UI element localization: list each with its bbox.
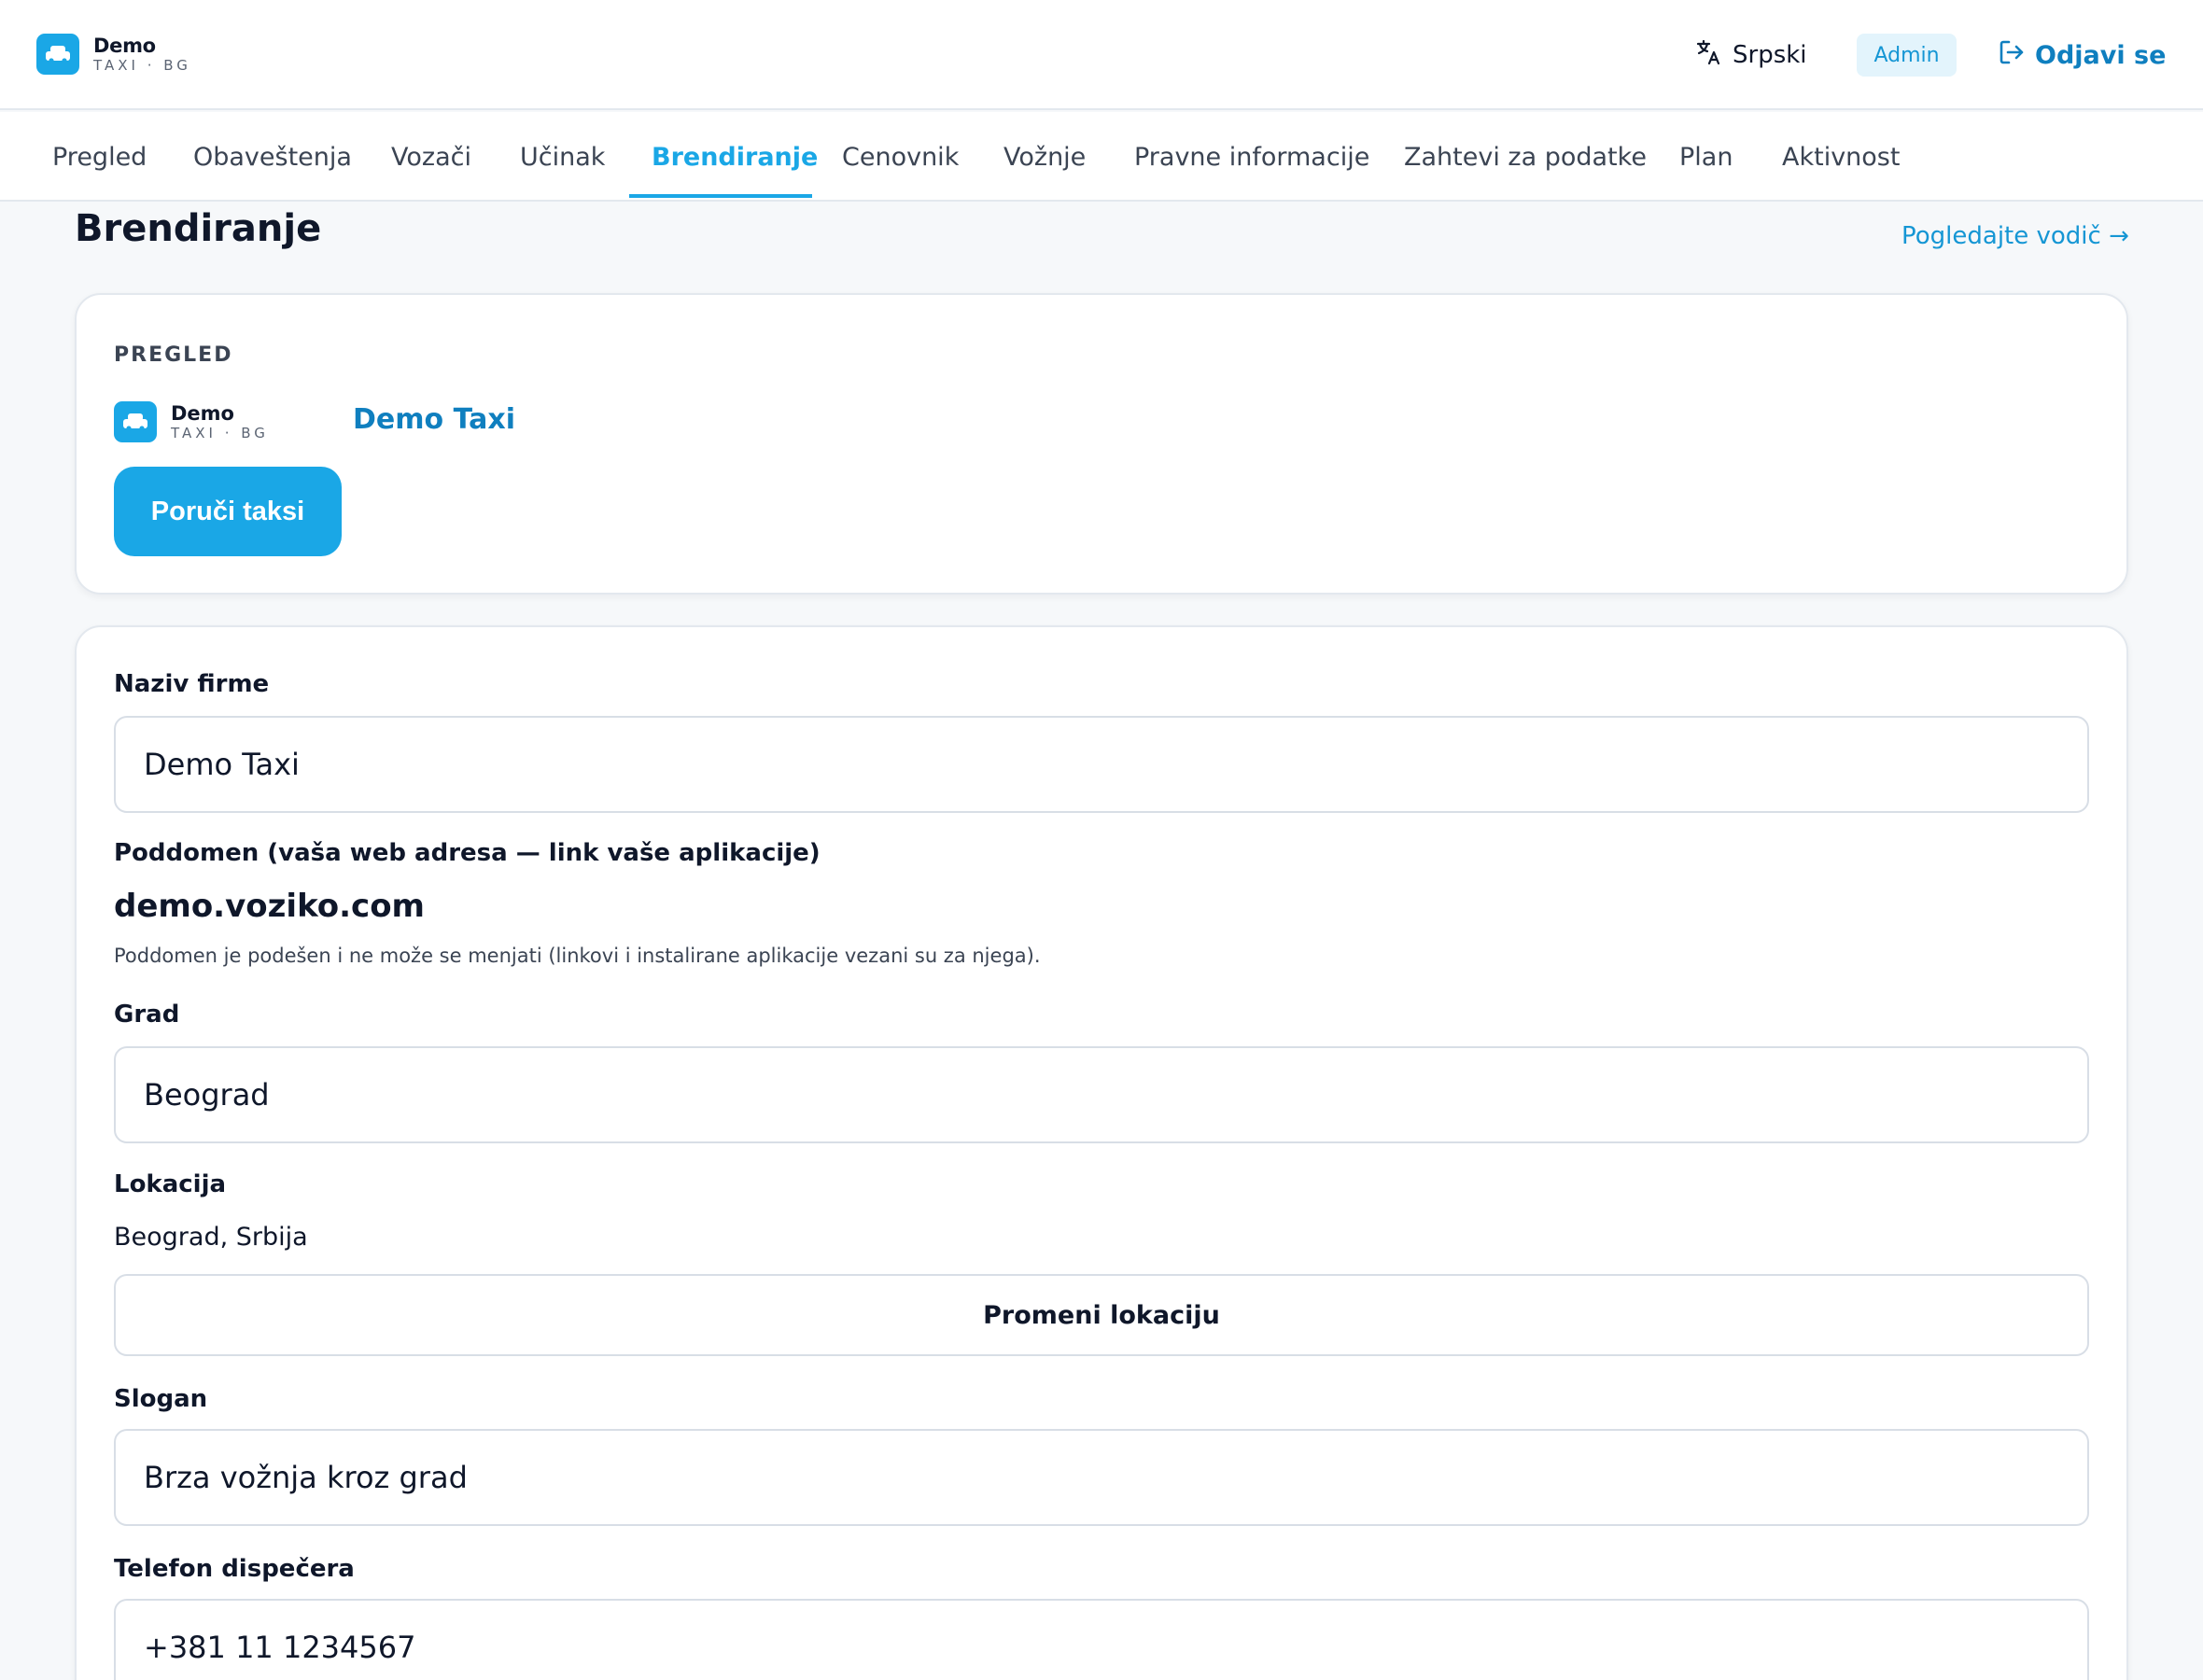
tab-brendiranje[interactable]: Brendiranje	[652, 112, 818, 202]
dispatcher-phone-label: Telefon dispečera	[114, 1555, 355, 1583]
preview-card: PREGLED Demo TAXI · BG Demo Taxi Poruči …	[75, 293, 2128, 595]
main-tabs: Pregled Obaveštenja Vozači Učinak Brendi…	[0, 112, 2203, 202]
language-switcher[interactable]: Srpski	[1695, 37, 1807, 73]
location-value: Beograd, Srbija	[114, 1223, 308, 1252]
order-taxi-button[interactable]: Poruči taksi	[114, 467, 342, 556]
tab-voznje[interactable]: Vožnje	[1003, 112, 1086, 202]
app-header: Demo TAXI · BG Srpski Admin Odjavi se	[0, 0, 2203, 110]
tab-zahtevi-za-podatke[interactable]: Zahtevi za podatke	[1404, 112, 1647, 202]
app-logo[interactable]: Demo TAXI · BG	[36, 34, 191, 75]
tab-pravne-informacije[interactable]: Pravne informacije	[1134, 112, 1369, 202]
tab-vozaci[interactable]: Vozači	[391, 112, 471, 202]
dispatcher-phone-input[interactable]: +381 11 1234567	[114, 1599, 2089, 1680]
logo-subtitle: TAXI · BG	[93, 57, 191, 74]
preview-logo: Demo TAXI · BG	[114, 401, 269, 442]
role-badge: Admin	[1857, 34, 1957, 77]
guide-link[interactable]: Pogledajte vodič →	[1901, 222, 2129, 250]
subdomain-value: demo.voziko.com	[114, 888, 425, 925]
location-label: Lokacija	[114, 1170, 227, 1198]
tab-plan[interactable]: Plan	[1679, 112, 1733, 202]
change-location-button[interactable]: Promeni lokaciju	[114, 1274, 2089, 1356]
preview-logo-subtitle: TAXI · BG	[171, 425, 269, 441]
city-label: Grad	[114, 1001, 180, 1029]
slogan-label: Slogan	[114, 1385, 208, 1413]
slogan-input[interactable]: Brza vožnja kroz grad	[114, 1429, 2089, 1526]
preview-logo-name: Demo	[171, 402, 234, 425]
language-label: Srpski	[1733, 41, 1807, 69]
logout-label: Odjavi se	[2035, 40, 2167, 70]
logo-name: Demo	[93, 35, 156, 57]
city-input[interactable]: Beograd	[114, 1046, 2089, 1143]
tab-obavestenja[interactable]: Obaveštenja	[193, 112, 352, 202]
company-name-label: Naziv firme	[114, 670, 270, 698]
preview-brand-name: Demo Taxi	[353, 403, 516, 436]
logout-button[interactable]: Odjavi se	[1998, 37, 2166, 73]
company-name-input[interactable]: Demo Taxi	[114, 716, 2089, 813]
subdomain-label: Poddomen (vaša web adresa — link vaše ap…	[114, 839, 821, 867]
tab-cenovnik[interactable]: Cenovnik	[842, 112, 959, 202]
subdomain-hint: Poddomen je podešen i ne može se menjati…	[114, 945, 1041, 967]
active-tab-indicator	[629, 194, 812, 198]
preview-section-label: PREGLED	[114, 343, 233, 367]
branding-form-card: Naziv firme Demo Taxi Poddomen (vaša web…	[75, 625, 2128, 1680]
taxi-car-icon	[36, 34, 79, 75]
tab-aktivnost[interactable]: Aktivnost	[1782, 112, 1900, 202]
translate-icon	[1695, 38, 1723, 73]
logout-icon	[1998, 38, 2026, 73]
tab-pregled[interactable]: Pregled	[52, 112, 147, 202]
tab-ucinak[interactable]: Učinak	[520, 112, 605, 202]
taxi-car-icon	[114, 401, 157, 442]
page-title: Brendiranje	[75, 207, 322, 250]
